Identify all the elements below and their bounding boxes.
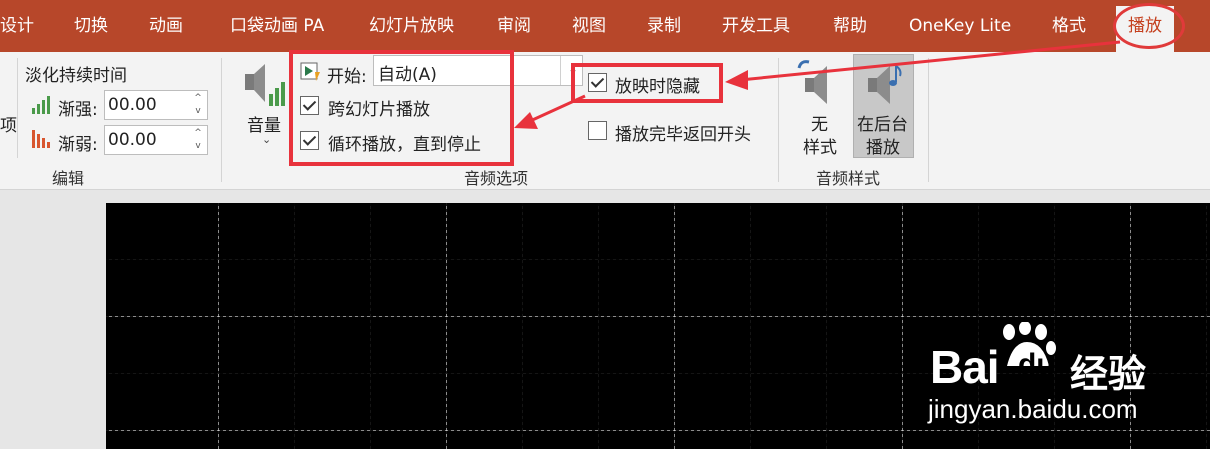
powerpoint-window: 设计 切换 动画 口袋动画 PA 幻灯片放映 审阅 视图 录制 开发工具 帮助 … (0, 0, 1210, 449)
watermark-url: jingyan.baidu.com (928, 394, 1138, 424)
annotation-arrows (514, 40, 1121, 129)
watermark-brand-right: du (1018, 348, 1055, 381)
watermark-brand-left: Bai (930, 341, 1000, 393)
watermark-brand-cn: 经验 (1070, 352, 1147, 396)
